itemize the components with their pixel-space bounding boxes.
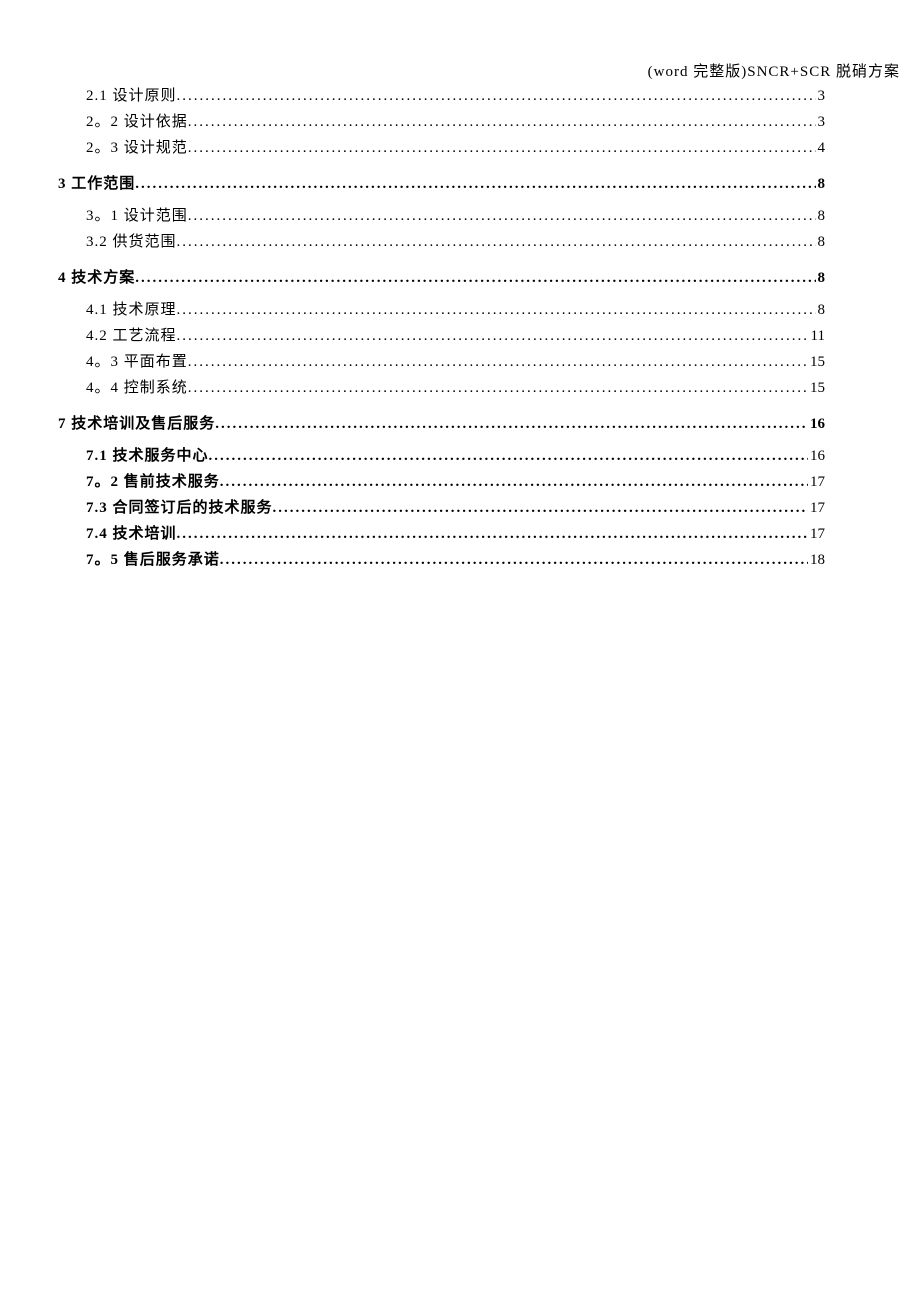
toc-entry: 3 工作范围 8	[58, 172, 825, 196]
toc-leader-dots	[177, 522, 808, 546]
toc-entry-title: 3.2 供货范围	[86, 230, 177, 254]
toc-leader-dots	[188, 204, 816, 228]
toc-entry-title: 4。3 平面布置	[86, 350, 188, 374]
toc-entry-title: 7.4 技术培训	[86, 522, 177, 546]
toc-entry-page: 16	[808, 412, 825, 436]
toc-leader-dots	[135, 172, 815, 196]
toc-leader-dots	[273, 496, 808, 520]
toc-entry: 7。2 售前技术服务 17	[86, 470, 825, 494]
toc-leader-dots	[215, 412, 808, 436]
toc-entry-title: 3 工作范围	[58, 172, 135, 196]
toc-entry: 4.2 工艺流程 11	[86, 324, 825, 348]
toc-entry-title: 4 技术方案	[58, 266, 135, 290]
toc-entry: 2。2 设计依据 3	[86, 110, 825, 134]
toc-entry-page: 8	[816, 298, 826, 322]
toc-entry-page: 8	[816, 266, 826, 290]
toc-entry: 4。3 平面布置 15	[86, 350, 825, 374]
toc-entry: 4。4 控制系统 15	[86, 376, 825, 400]
toc-leader-dots	[209, 444, 808, 468]
toc-entry: 2。3 设计规范 4	[86, 136, 825, 160]
toc-leader-dots	[135, 266, 815, 290]
toc-leader-dots	[220, 470, 808, 494]
toc-entry-title: 2.1 设计原则	[86, 84, 177, 108]
toc-entry-page: 17	[808, 522, 825, 546]
toc-entry-page: 4	[816, 136, 826, 160]
toc-leader-dots	[188, 110, 816, 134]
toc-entry-page: 11	[809, 324, 825, 348]
toc-entry-page: 8	[816, 230, 826, 254]
toc-entry-page: 17	[808, 496, 825, 520]
toc-entry: 4.1 技术原理 8	[86, 298, 825, 322]
toc-entry-title: 2。2 设计依据	[86, 110, 188, 134]
toc-entry-title: 7 技术培训及售后服务	[58, 412, 215, 436]
toc-entry-page: 8	[816, 172, 826, 196]
toc-leader-dots	[188, 350, 808, 374]
toc-entry-page: 8	[816, 204, 826, 228]
toc-leader-dots	[188, 376, 808, 400]
toc-leader-dots	[177, 298, 816, 322]
toc-entry: 7.4 技术培训 17	[86, 522, 825, 546]
table-of-contents: 2.1 设计原则32。2 设计依据32。3 设计规范43 工作范围83。1 设计…	[58, 84, 825, 574]
toc-leader-dots	[220, 548, 808, 572]
toc-entry: 3。1 设计范围 8	[86, 204, 825, 228]
toc-entry-title: 7.3 合同签订后的技术服务	[86, 496, 273, 520]
toc-entry-title: 7.1 技术服务中心	[86, 444, 209, 468]
toc-entry-title: 3。1 设计范围	[86, 204, 188, 228]
toc-entry: 7.3 合同签订后的技术服务 17	[86, 496, 825, 520]
toc-entry: 3.2 供货范围 8	[86, 230, 825, 254]
toc-entry: 7。5 售后服务承诺 18	[86, 548, 825, 572]
toc-entry-title: 2。3 设计规范	[86, 136, 188, 160]
toc-entry-page: 16	[808, 444, 825, 468]
toc-entry-title: 4。4 控制系统	[86, 376, 188, 400]
toc-entry-page: 3	[816, 110, 826, 134]
toc-entry: 4 技术方案 8	[58, 266, 825, 290]
toc-entry: 7.1 技术服务中心 16	[86, 444, 825, 468]
toc-entry-title: 7。2 售前技术服务	[86, 470, 220, 494]
toc-entry-page: 15	[808, 376, 825, 400]
document-header: (word 完整版)SNCR+SCR 脱硝方案	[648, 60, 900, 81]
toc-entry-page: 17	[808, 470, 825, 494]
toc-entry-page: 18	[808, 548, 825, 572]
toc-entry-page: 3	[816, 84, 826, 108]
toc-entry-page: 15	[808, 350, 825, 374]
toc-leader-dots	[177, 324, 809, 348]
toc-entry-title: 4.1 技术原理	[86, 298, 177, 322]
toc-entry: 2.1 设计原则 3	[86, 84, 825, 108]
toc-entry: 7 技术培训及售后服务 16	[58, 412, 825, 436]
toc-leader-dots	[188, 136, 816, 160]
toc-entry-title: 7。5 售后服务承诺	[86, 548, 220, 572]
toc-entry-title: 4.2 工艺流程	[86, 324, 177, 348]
toc-leader-dots	[177, 84, 816, 108]
toc-leader-dots	[177, 230, 816, 254]
